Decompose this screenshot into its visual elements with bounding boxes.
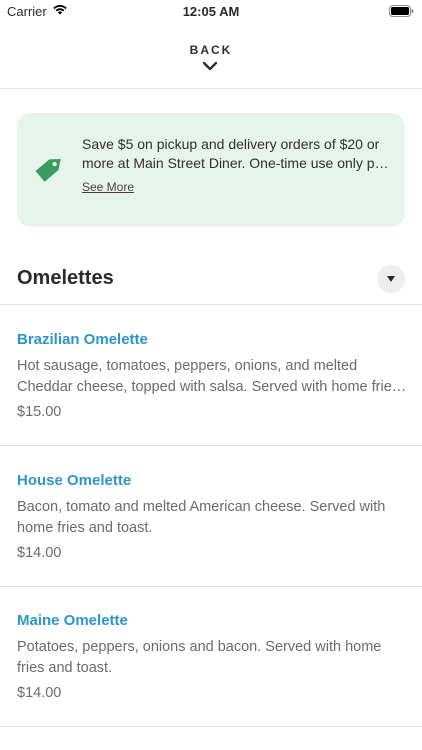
- menu-item-description: Hot sausage, tomatoes, peppers, onions, …: [17, 358, 400, 395]
- promo-text: Save $5 on pickup and delivery orders of…: [82, 136, 388, 171]
- menu-item-price: $15.00: [17, 404, 62, 420]
- menu-item[interactable]: House Omelette Bacon, tomato and melted …: [0, 446, 422, 587]
- price-tag-icon: [35, 159, 61, 182]
- menu-item-description: Bacon, tomato and melted American cheese…: [17, 499, 386, 536]
- menu-item[interactable]: Maine Omelette Potatoes, peppers, onions…: [0, 586, 422, 727]
- promo-banner: Save $5 on pickup and delivery orders of…: [17, 113, 405, 227]
- menu-item-name: Brazilian Omelette: [17, 331, 148, 348]
- menu-item-name: House Omelette: [17, 472, 132, 489]
- back-label: BACK: [189, 43, 233, 57]
- menu-item-price: $14.00: [17, 545, 62, 561]
- section-collapse-button[interactable]: [377, 265, 405, 293]
- menu-item-description: Potatoes, peppers, onions and bacon. Ser…: [17, 639, 382, 676]
- menu-item-price: $14.00: [17, 685, 62, 701]
- battery-icon: [389, 5, 414, 17]
- status-time: 12:05 AM: [182, 4, 240, 19]
- section-header-omelettes: Omelettes: [0, 250, 422, 305]
- menu-item-name: Maine Omelette: [17, 612, 128, 629]
- back-button[interactable]: BACK: [0, 24, 422, 89]
- status-bar: Carrier 12:05 AM: [0, 0, 422, 24]
- see-more-link[interactable]: See More: [82, 180, 134, 194]
- chevron-down-icon: [202, 61, 218, 71]
- caret-down-icon: [387, 276, 395, 282]
- section-title: Omelettes: [17, 267, 114, 289]
- menu-item[interactable]: Brazilian Omelette Hot sausage, tomatoes…: [0, 305, 422, 446]
